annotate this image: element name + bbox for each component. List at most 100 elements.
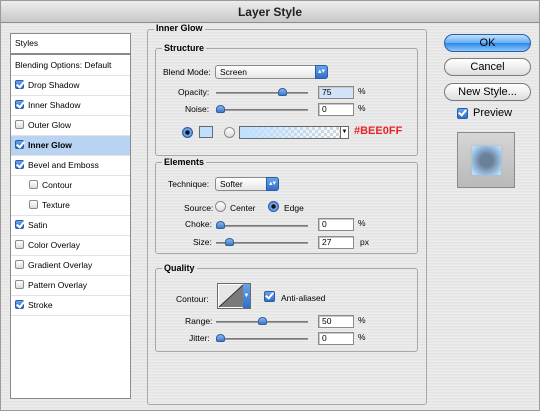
checkbox-icon[interactable]	[15, 80, 24, 89]
noise-unit: %	[358, 103, 366, 113]
checkbox-icon[interactable]	[15, 240, 24, 249]
opacity-label: Opacity:	[178, 87, 210, 97]
style-item-blending-options-default[interactable]: Blending Options: Default	[11, 56, 130, 76]
size-unit: px	[360, 237, 369, 247]
opacity-slider[interactable]	[216, 88, 308, 96]
style-item-inner-shadow[interactable]: Inner Shadow	[11, 96, 130, 116]
source-edge-radio[interactable]	[268, 201, 279, 212]
jitter-slider[interactable]	[216, 334, 308, 342]
range-field[interactable]: 50	[318, 315, 354, 328]
style-item-label: Contour	[42, 180, 73, 190]
noise-slider[interactable]	[216, 105, 308, 113]
technique-select[interactable]: Softer ▴▾	[215, 177, 279, 191]
anti-aliased-label[interactable]: Anti-aliased	[281, 293, 325, 303]
checkbox-icon[interactable]	[29, 200, 38, 209]
quality-group: Quality Contour: ▼ Anti-aliased Range: 5…	[155, 263, 418, 352]
style-item-label: Satin	[28, 220, 48, 230]
size-slider[interactable]	[216, 238, 308, 246]
solid-color-radio[interactable]	[182, 127, 193, 138]
checkbox-icon[interactable]	[15, 300, 24, 309]
layer-style-dialog: Layer Style Styles Blending Options: Def…	[0, 0, 540, 411]
size-field[interactable]: 27	[318, 236, 354, 249]
style-item-label: Inner Glow	[28, 140, 72, 150]
chevron-down-icon: ▼	[243, 284, 250, 308]
elements-title: Elements	[162, 157, 207, 167]
style-item-label: Outer Glow	[28, 120, 71, 130]
technique-value: Softer	[220, 179, 243, 189]
structure-group: Structure Blend Mode: Screen ▴▾ Opacity:…	[155, 43, 418, 156]
style-item-stroke[interactable]: Stroke	[11, 296, 130, 316]
choke-unit: %	[358, 218, 366, 228]
chevron-down-icon: ▼	[340, 127, 348, 138]
checkbox-icon[interactable]	[15, 140, 24, 149]
source-label: Source:	[184, 203, 214, 213]
choke-slider-thumb[interactable]	[216, 221, 225, 229]
jitter-unit: %	[358, 332, 366, 342]
gradient-radio[interactable]	[224, 127, 235, 138]
checkbox-icon[interactable]	[15, 220, 24, 229]
style-item-label: Inner Shadow	[28, 100, 81, 110]
quality-title: Quality	[162, 263, 197, 273]
glow-color-swatch[interactable]	[199, 126, 213, 138]
jitter-slider-thumb[interactable]	[216, 334, 225, 342]
source-center-radio[interactable]	[215, 201, 226, 212]
range-unit: %	[358, 315, 366, 325]
style-item-bevel-and-emboss[interactable]: Bevel and Emboss	[11, 156, 130, 176]
style-item-label: Drop Shadow	[28, 80, 80, 90]
style-item-contour[interactable]: Contour	[11, 176, 130, 196]
style-item-satin[interactable]: Satin	[11, 216, 130, 236]
style-item-label: Stroke	[28, 300, 53, 310]
blend-mode-value: Screen	[220, 67, 247, 77]
style-item-color-overlay[interactable]: Color Overlay	[11, 236, 130, 256]
range-slider[interactable]	[216, 317, 308, 325]
preview-label[interactable]: Preview	[473, 107, 512, 119]
ok-button[interactable]: OK	[444, 34, 531, 52]
cancel-button[interactable]: Cancel	[444, 58, 531, 76]
style-item-inner-glow[interactable]: Inner Glow	[11, 136, 130, 156]
inner-glow-panel: Inner Glow Structure Blend Mode: Screen …	[147, 23, 427, 405]
preview-checkbox[interactable]	[457, 108, 472, 120]
blend-mode-select[interactable]: Screen ▴▾	[215, 65, 328, 79]
new-style-button[interactable]: New Style...	[444, 83, 531, 101]
checkbox-icon[interactable]	[15, 160, 24, 169]
contour-picker[interactable]: ▼	[217, 283, 251, 309]
range-slider-thumb[interactable]	[257, 317, 267, 325]
checkbox-icon[interactable]	[15, 280, 24, 289]
glow-gradient-picker[interactable]: ▼	[239, 126, 349, 139]
technique-label: Technique:	[168, 179, 210, 189]
checkbox-icon[interactable]	[15, 120, 24, 129]
jitter-label: Jitter:	[189, 333, 210, 343]
size-slider-thumb[interactable]	[225, 238, 235, 246]
source-center-label[interactable]: Center	[230, 203, 256, 213]
noise-field[interactable]: 0	[318, 103, 354, 116]
source-edge-label[interactable]: Edge	[284, 203, 304, 213]
checkbox-icon	[457, 108, 468, 119]
contour-label: Contour:	[176, 294, 209, 304]
checkbox-icon[interactable]	[15, 260, 24, 269]
noise-slider-thumb[interactable]	[216, 105, 225, 113]
opacity-slider-thumb[interactable]	[278, 88, 288, 96]
style-item-gradient-overlay[interactable]: Gradient Overlay	[11, 256, 130, 276]
style-item-pattern-overlay[interactable]: Pattern Overlay	[11, 276, 130, 296]
opacity-field[interactable]: 75	[318, 86, 354, 99]
choke-field[interactable]: 0	[318, 218, 354, 231]
checkbox-icon[interactable]	[29, 180, 38, 189]
choke-slider[interactable]	[216, 221, 308, 229]
blend-mode-label: Blend Mode:	[163, 67, 211, 77]
style-item-texture[interactable]: Texture	[11, 196, 130, 216]
styles-list-header[interactable]: Styles	[11, 34, 130, 55]
style-item-label: Gradient Overlay	[28, 260, 93, 270]
style-item-outer-glow[interactable]: Outer Glow	[11, 116, 130, 136]
styles-list: Styles Blending Options: Default Drop Sha…	[10, 33, 131, 399]
checkbox-icon[interactable]	[15, 100, 24, 109]
contour-curve-icon	[218, 284, 244, 308]
style-item-drop-shadow[interactable]: Drop Shadow	[11, 76, 130, 96]
anti-aliased-checkbox[interactable]	[264, 291, 279, 303]
window-title: Layer Style	[1, 1, 539, 23]
style-item-label: Texture	[42, 200, 70, 210]
elements-group: Elements Technique: Softer ▴▾ Source: Ce…	[155, 157, 418, 254]
size-label: Size:	[193, 237, 212, 247]
opacity-unit: %	[358, 86, 366, 96]
jitter-field[interactable]: 0	[318, 332, 354, 345]
checkbox-icon	[264, 291, 275, 302]
